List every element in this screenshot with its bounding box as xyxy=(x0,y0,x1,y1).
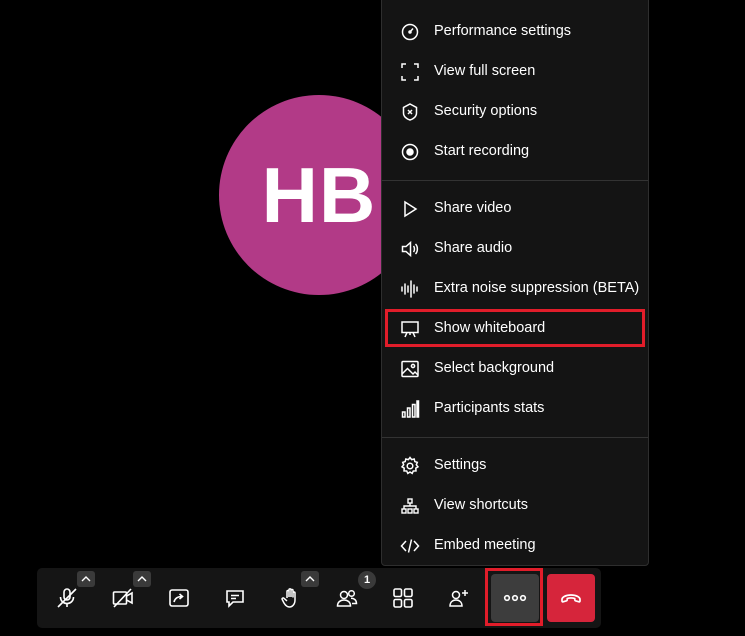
gauge-icon xyxy=(400,22,420,42)
code-icon xyxy=(400,536,420,556)
menu-item-label: View full screen xyxy=(434,63,536,79)
menu-item-label: Performance settings xyxy=(434,23,572,39)
menu-item-select-background[interactable]: Select background xyxy=(386,350,644,386)
whiteboard-icon xyxy=(400,319,420,339)
menu-item-label: Settings xyxy=(434,457,487,473)
menu-item-extra-noise-suppression[interactable]: Extra noise suppression (BETA) xyxy=(386,270,644,306)
menu-item-embed-meeting[interactable]: Embed meeting xyxy=(386,527,644,563)
menu-item-view-full-screen[interactable]: View full screen xyxy=(386,53,644,89)
leave-meeting-button[interactable] xyxy=(547,574,595,622)
menu-item-share-audio[interactable]: Share audio xyxy=(386,230,644,266)
hand-icon xyxy=(279,586,303,610)
menu-item-label: View shortcuts xyxy=(434,497,529,513)
menu-divider xyxy=(382,180,648,181)
fullscreen-icon xyxy=(400,62,420,82)
participants-icon xyxy=(335,586,359,610)
menu-item-label: Select background xyxy=(434,360,555,376)
menu-item-label: Share audio xyxy=(434,240,513,256)
menu-item-performance-settings[interactable]: Performance settings xyxy=(386,13,644,49)
microphone-off-icon xyxy=(55,586,79,610)
waveform-icon xyxy=(400,279,420,299)
menu-item-security-options[interactable]: Security options xyxy=(386,93,644,129)
chat-button[interactable] xyxy=(215,578,255,618)
bar-chart-icon xyxy=(400,399,420,419)
grid-icon xyxy=(391,586,415,610)
gear-icon xyxy=(400,456,420,476)
avatar-initials: HB xyxy=(261,150,377,239)
menu-item-label: Extra noise suppression (BETA) xyxy=(434,280,640,296)
ellipsis-icon xyxy=(503,594,527,602)
screen-share-icon xyxy=(167,586,191,610)
phone-hangup-icon xyxy=(559,586,583,610)
chat-icon xyxy=(223,586,247,610)
image-icon xyxy=(400,359,420,379)
menu-item-share-video[interactable]: Share video xyxy=(386,190,644,226)
record-icon xyxy=(400,142,420,162)
more-actions-menu: Performance settings View full screen Se… xyxy=(381,0,649,566)
camera-off-icon xyxy=(111,586,135,610)
menu-item-show-whiteboard[interactable]: Show whiteboard xyxy=(385,309,645,347)
speaker-icon xyxy=(400,239,420,259)
invite-button[interactable] xyxy=(439,578,479,618)
menu-item-label: Participants stats xyxy=(434,400,545,416)
menu-item-label: Start recording xyxy=(434,143,530,159)
menu-item-view-shortcuts[interactable]: View shortcuts xyxy=(386,487,644,523)
meeting-stage: HB Performance settings View full screen… xyxy=(0,0,745,636)
camera-options-caret[interactable] xyxy=(133,571,151,587)
more-actions-button[interactable] xyxy=(491,574,539,622)
menu-item-label: Embed meeting xyxy=(434,537,536,553)
menu-item-start-recording[interactable]: Start recording xyxy=(386,133,644,169)
shield-icon xyxy=(400,102,420,122)
menu-divider xyxy=(382,437,648,438)
participants-count-badge: 1 xyxy=(358,571,376,589)
menu-item-participants-stats[interactable]: Participants stats xyxy=(386,390,644,426)
tile-view-button[interactable] xyxy=(383,578,423,618)
play-icon xyxy=(400,199,420,219)
menu-item-label: Show whiteboard xyxy=(434,320,546,336)
add-person-icon xyxy=(447,586,471,610)
microphone-options-caret[interactable] xyxy=(77,571,95,587)
reactions-caret[interactable] xyxy=(301,571,319,587)
menu-item-settings[interactable]: Settings xyxy=(386,447,644,483)
screen-share-button[interactable] xyxy=(159,578,199,618)
menu-item-label: Share video xyxy=(434,200,512,216)
menu-item-label: Security options xyxy=(434,103,538,119)
shortcuts-icon xyxy=(400,496,420,516)
